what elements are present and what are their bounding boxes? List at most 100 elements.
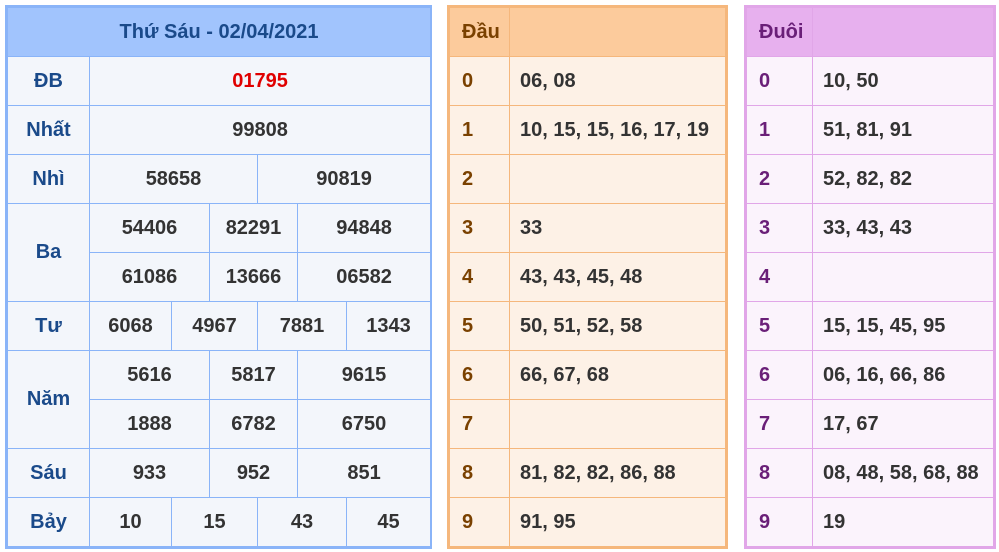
prize-value: 1343: [345, 301, 432, 351]
prize-value: 58658: [89, 154, 258, 204]
head-digit: 2: [449, 154, 510, 204]
tail-digit: 1: [746, 105, 813, 155]
prize-value: 5616: [89, 350, 210, 400]
prize-value: 54406: [89, 203, 210, 253]
prize-label: Nhì: [7, 154, 90, 204]
head-digit: 1: [449, 105, 510, 155]
dau-row: 8 81, 82, 82, 86, 88: [449, 448, 726, 498]
prize-label: Ba: [7, 203, 90, 302]
prize-row-ba: Ba 54406 82291 94848: [7, 203, 432, 302]
duoi-row: 8 08, 48, 58, 68, 88: [746, 448, 994, 498]
tail-values: 17, 67: [812, 399, 994, 449]
tail-digit: 2: [746, 154, 813, 204]
dau-row: 7: [449, 399, 726, 449]
draw-date-title: Thứ Sáu - 02/04/2021: [6, 7, 432, 57]
prize-label: Sáu: [7, 448, 90, 498]
tail-digit: 6: [746, 350, 813, 400]
prize-value: 1888: [89, 399, 210, 449]
duoi-row: 2 52, 82, 82: [746, 154, 994, 204]
head-values: 43, 43, 45, 48: [509, 252, 726, 302]
duoi-header: Đuôi: [746, 7, 813, 57]
prize-label: Nhất: [7, 105, 90, 155]
head-values: 66, 67, 68: [509, 350, 726, 400]
head-digit: 0: [449, 56, 510, 106]
head-values: [509, 154, 726, 204]
prize-value: 06582: [296, 252, 432, 302]
prize-value: 82291: [209, 203, 298, 253]
head-digit: 4: [449, 252, 510, 302]
prize-value: 7881: [257, 301, 347, 351]
tail-digit: 9: [746, 497, 813, 547]
tail-values: [812, 252, 994, 302]
tail-values: 51, 81, 91: [812, 105, 994, 155]
prize-value: 6068: [89, 301, 172, 351]
head-values: 91, 95: [509, 497, 726, 547]
duoi-header-blank: [812, 7, 994, 57]
prize-row-bay: Bảy 10 15 43 45: [7, 497, 432, 547]
prize-value: 10: [89, 497, 172, 547]
prize-value: 94848: [296, 203, 432, 253]
prize-label: Năm: [7, 350, 90, 449]
prize-value: 43: [257, 497, 347, 547]
prize-label: ĐB: [7, 56, 90, 106]
prize-row-nam: Năm 5616 5817 9615: [7, 350, 432, 449]
dau-table: Đầu 0 06, 08 1 10, 15, 15, 16, 17, 19 2 33…: [447, 5, 728, 549]
prize-row-sau: Sáu 933 952 851: [7, 448, 432, 498]
prize-value: 99808: [88, 105, 432, 155]
head-values: 50, 51, 52, 58: [509, 301, 726, 351]
tail-values: 10, 50: [812, 56, 994, 106]
special-prize-value: 01795: [88, 56, 432, 106]
dau-row: 1 10, 15, 15, 16, 17, 19: [449, 105, 726, 155]
tail-digit: 0: [746, 56, 813, 106]
prize-value: 9615: [296, 350, 432, 400]
dau-row: 3 33: [449, 203, 726, 253]
head-values: 33: [509, 203, 726, 253]
tail-digit: 3: [746, 203, 813, 253]
dau-row: 9 91, 95: [449, 497, 726, 547]
dau-row: 5 50, 51, 52, 58: [449, 301, 726, 351]
head-values: 10, 15, 15, 16, 17, 19: [509, 105, 726, 155]
tail-values: 33, 43, 43: [812, 203, 994, 253]
prize-row-tu: Tư 6068 4967 7881 1343: [7, 301, 432, 351]
head-values: 06, 08: [509, 56, 726, 106]
tail-values: 08, 48, 58, 68, 88: [812, 448, 994, 498]
prize-value: 15: [171, 497, 258, 547]
head-digit: 9: [449, 497, 510, 547]
dau-header-blank: [509, 7, 726, 57]
prize-value: 4967: [171, 301, 258, 351]
dau-row: 6 66, 67, 68: [449, 350, 726, 400]
head-digit: 3: [449, 203, 510, 253]
tail-values: 15, 15, 45, 95: [812, 301, 994, 351]
tail-digit: 7: [746, 399, 813, 449]
tail-digit: 5: [746, 301, 813, 351]
tail-digit: 8: [746, 448, 813, 498]
prize-value: 13666: [209, 252, 298, 302]
duoi-table: Đuôi 0 10, 50 1 51, 81, 91 2 52, 82, 82 3 33…: [744, 5, 996, 549]
head-digit: 7: [449, 399, 510, 449]
duoi-row: 0 10, 50: [746, 56, 994, 106]
duoi-row: 5 15, 15, 45, 95: [746, 301, 994, 351]
prize-row-nhi: Nhì 58658 90819: [7, 154, 432, 204]
tail-values: 06, 16, 66, 86: [812, 350, 994, 400]
duoi-row: 7 17, 67: [746, 399, 994, 449]
prize-value: 933: [89, 448, 210, 498]
duoi-row: 9 19: [746, 497, 994, 547]
prize-value: 90819: [256, 154, 432, 204]
prize-value: 851: [296, 448, 432, 498]
tail-values: 52, 82, 82: [812, 154, 994, 204]
dau-header: Đầu: [449, 7, 510, 57]
prize-value: 61086: [89, 252, 210, 302]
duoi-row: 6 06, 16, 66, 86: [746, 350, 994, 400]
dau-row: 2: [449, 154, 726, 204]
duoi-row: 3 33, 43, 43: [746, 203, 994, 253]
prize-value: 952: [209, 448, 298, 498]
prize-value: 6750: [296, 399, 432, 449]
prize-label: Tư: [7, 301, 90, 351]
duoi-row: 1 51, 81, 91: [746, 105, 994, 155]
head-digit: 8: [449, 448, 510, 498]
prize-label: Bảy: [7, 497, 90, 547]
tail-values: 19: [812, 497, 994, 547]
dau-row: 0 06, 08: [449, 56, 726, 106]
prize-value: 5817: [209, 350, 298, 400]
results-table: Thứ Sáu - 02/04/2021 ĐB 01795 Nhất 99808…: [5, 5, 432, 549]
